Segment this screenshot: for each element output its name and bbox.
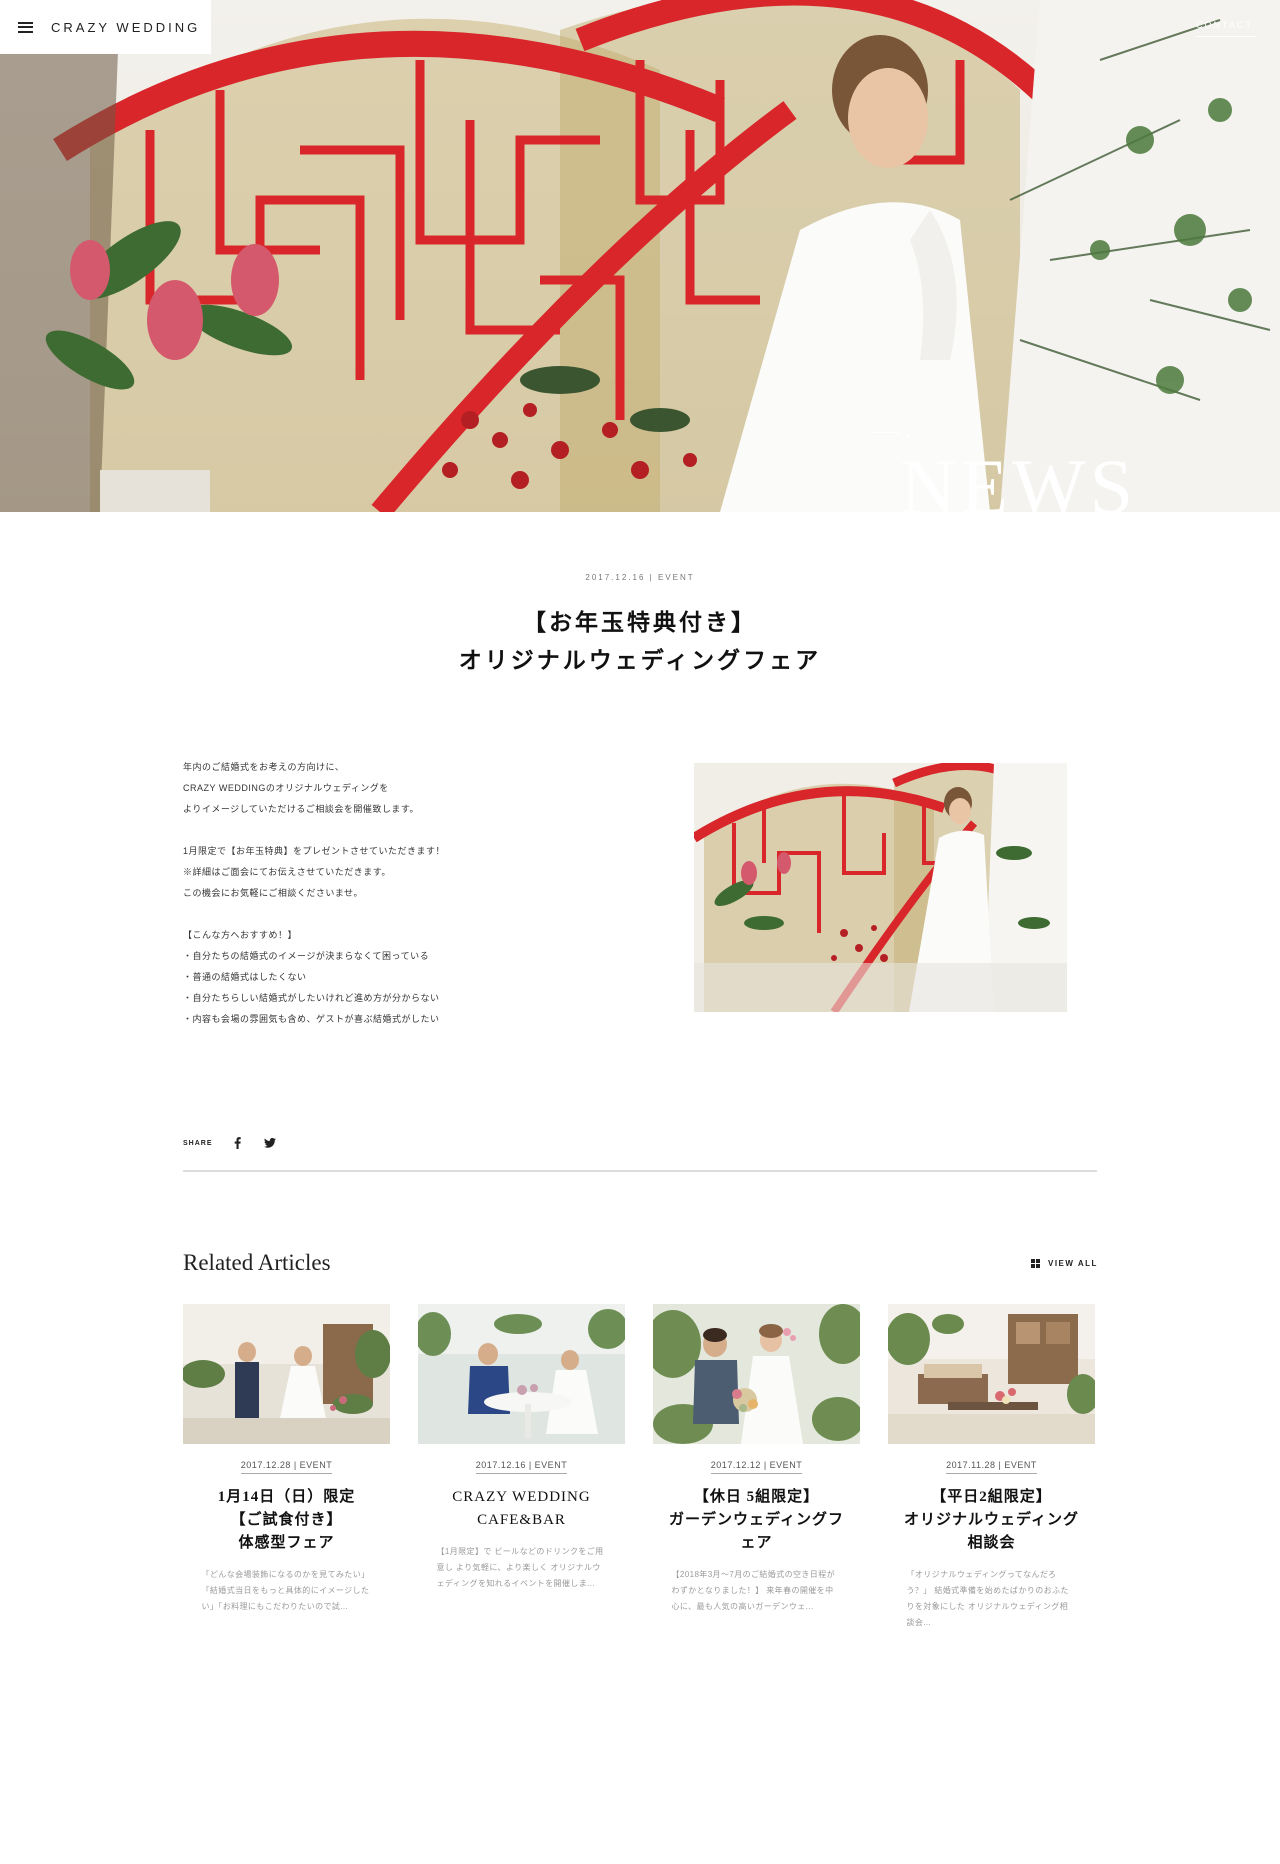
article-paragraph: 【こんな方へおすすめ！】 ・自分たちの結婚式のイメージが決まらなくて困っている … — [183, 925, 603, 1030]
related-card-title: 【平日2組限定】 オリジナルウェディング 相談会 — [888, 1486, 1095, 1555]
share-divider — [183, 1170, 1097, 1172]
hero-banner: CRAZY WEDDING CONTACT NEWS — [0, 0, 1280, 512]
card-title-line: 【ご試食付き】 — [230, 1512, 343, 1528]
related-card-excerpt: 【2018年3月～7月のご結婚式の空き日程がわずかとなりました！】 来年春の開催… — [671, 1570, 835, 1611]
related-card[interactable]: 2017.12.12 | EVENT 【休日 5組限定】 ガーデンウェディングフ… — [653, 1304, 860, 1615]
related-card-title: 1月14日（日）限定 【ご試食付き】 体感型フェア — [183, 1486, 390, 1555]
related-card-photo — [183, 1304, 390, 1444]
body-line: CRAZY WEDDINGのオリジナルウェディングを — [183, 783, 389, 793]
card-title-line: 1月14日（日）限定 — [217, 1489, 356, 1505]
hero-photo — [0, 0, 1280, 512]
share-bar: SHARE — [183, 1136, 277, 1150]
related-card-excerpt: 【1月限定】で ビールなどのドリンクをご用意し より気軽に、より楽しく オリジナ… — [436, 1547, 604, 1588]
card-title-line: CRAZY WEDDING — [452, 1489, 591, 1505]
card-title-line: 体感型フェア — [238, 1535, 335, 1551]
view-all-label: VIEW ALL — [1048, 1259, 1098, 1268]
card-title-line: 【休日 5組限定】 — [693, 1489, 820, 1505]
article-meta: 2017.12.16 | EVENT — [585, 573, 695, 582]
hamburger-menu-icon[interactable] — [18, 21, 33, 33]
body-line: この機会にお気軽にご相談くださいませ。 — [183, 888, 364, 898]
brand-logo[interactable]: CRAZY WEDDING — [51, 20, 200, 35]
body-line: ・自分たちの結婚式のイメージが決まらなくて困っている — [183, 951, 430, 961]
hero-title: NEWS — [900, 443, 1137, 513]
related-card-meta: 2017.12.16 | EVENT — [475, 1460, 568, 1474]
view-all-link[interactable]: VIEW ALL — [1031, 1259, 1098, 1268]
body-line: ・自分たちらしい結婚式がしたいけれど進め方が分からない — [183, 993, 440, 1003]
share-label: SHARE — [183, 1139, 213, 1147]
card-title-line: ェア — [740, 1535, 773, 1551]
twitter-icon[interactable] — [263, 1136, 277, 1150]
body-line: 1月限定で【お年玉特典】をプレゼントさせていただきます！ — [183, 846, 446, 856]
related-card-photo — [418, 1304, 625, 1444]
hero-title-dot — [906, 434, 910, 438]
facebook-icon[interactable] — [231, 1136, 245, 1150]
related-card[interactable]: 2017.12.16 | EVENT CRAZY WEDDING CAFE&BA… — [418, 1304, 625, 1592]
article-title-line: 【お年玉特典付き】 — [523, 610, 757, 635]
related-articles-heading: Related Articles — [183, 1250, 331, 1275]
related-card-excerpt: 「オリジナルウェディングってなんだろう？」 結婚式準備を始めたばかりのおふたりを… — [906, 1570, 1069, 1627]
related-card-meta: 2017.12.12 | EVENT — [710, 1460, 803, 1474]
article-body: 年内のご結婚式をお考えの方向けに、 CRAZY WEDDINGのオリジナルウェデ… — [183, 757, 603, 1030]
related-card[interactable]: 2017.11.28 | EVENT 【平日2組限定】 オリジナルウェディング … — [888, 1304, 1095, 1631]
related-card-meta: 2017.11.28 | EVENT — [946, 1460, 1037, 1474]
grid-icon — [1031, 1259, 1040, 1268]
card-title-line: CAFE&BAR — [477, 1512, 566, 1528]
brand-header: CRAZY WEDDING — [0, 0, 211, 54]
related-card-title: CRAZY WEDDING CAFE&BAR — [418, 1486, 625, 1532]
card-title-line: ガーデンウェディングフ — [669, 1512, 844, 1528]
related-card-excerpt: 「どんな会場装飾になるのかを見てみたい」「結婚式当日をもっと具体的にイメージした… — [201, 1570, 370, 1611]
body-line: 年内のご結婚式をお考えの方向けに、 — [183, 762, 345, 772]
article-photo — [694, 763, 1067, 1012]
article-paragraph: 1月限定で【お年玉特典】をプレゼントさせていただきます！ ※詳細はご面会にてお伝… — [183, 841, 603, 904]
contact-link[interactable]: CONTACT — [1196, 20, 1256, 37]
hero-title-rule — [872, 432, 900, 433]
related-card-photo — [888, 1304, 1095, 1444]
related-card[interactable]: 2017.12.28 | EVENT 1月14日（日）限定 【ご試食付き】 体感… — [183, 1304, 390, 1615]
related-card-photo — [653, 1304, 860, 1444]
body-line: 【こんな方へおすすめ！】 — [183, 930, 298, 940]
body-line: ※詳細はご面会にてお伝えさせていただきます。 — [183, 867, 391, 877]
related-card-title: 【休日 5組限定】 ガーデンウェディングフ ェア — [653, 1486, 860, 1555]
body-line: よりイメージしていただけるご相談会を開催致します。 — [183, 804, 419, 814]
card-title-line: オリジナルウェディング — [904, 1512, 1079, 1528]
body-line: ・内容も会場の雰囲気も含め、ゲストが喜ぶ結婚式がしたい — [183, 1014, 440, 1024]
article-paragraph: 年内のご結婚式をお考えの方向けに、 CRAZY WEDDINGのオリジナルウェデ… — [183, 757, 603, 820]
card-title-line: 相談会 — [967, 1535, 1016, 1551]
article-title-line: オリジナルウェディングフェア — [458, 648, 822, 673]
card-title-line: 【平日2組限定】 — [931, 1489, 1052, 1505]
related-card-meta: 2017.12.28 | EVENT — [240, 1460, 333, 1474]
article-title: 【お年玉特典付き】 オリジナルウェディングフェア — [0, 604, 1280, 680]
body-line: ・普通の結婚式はしたくない — [183, 972, 307, 982]
